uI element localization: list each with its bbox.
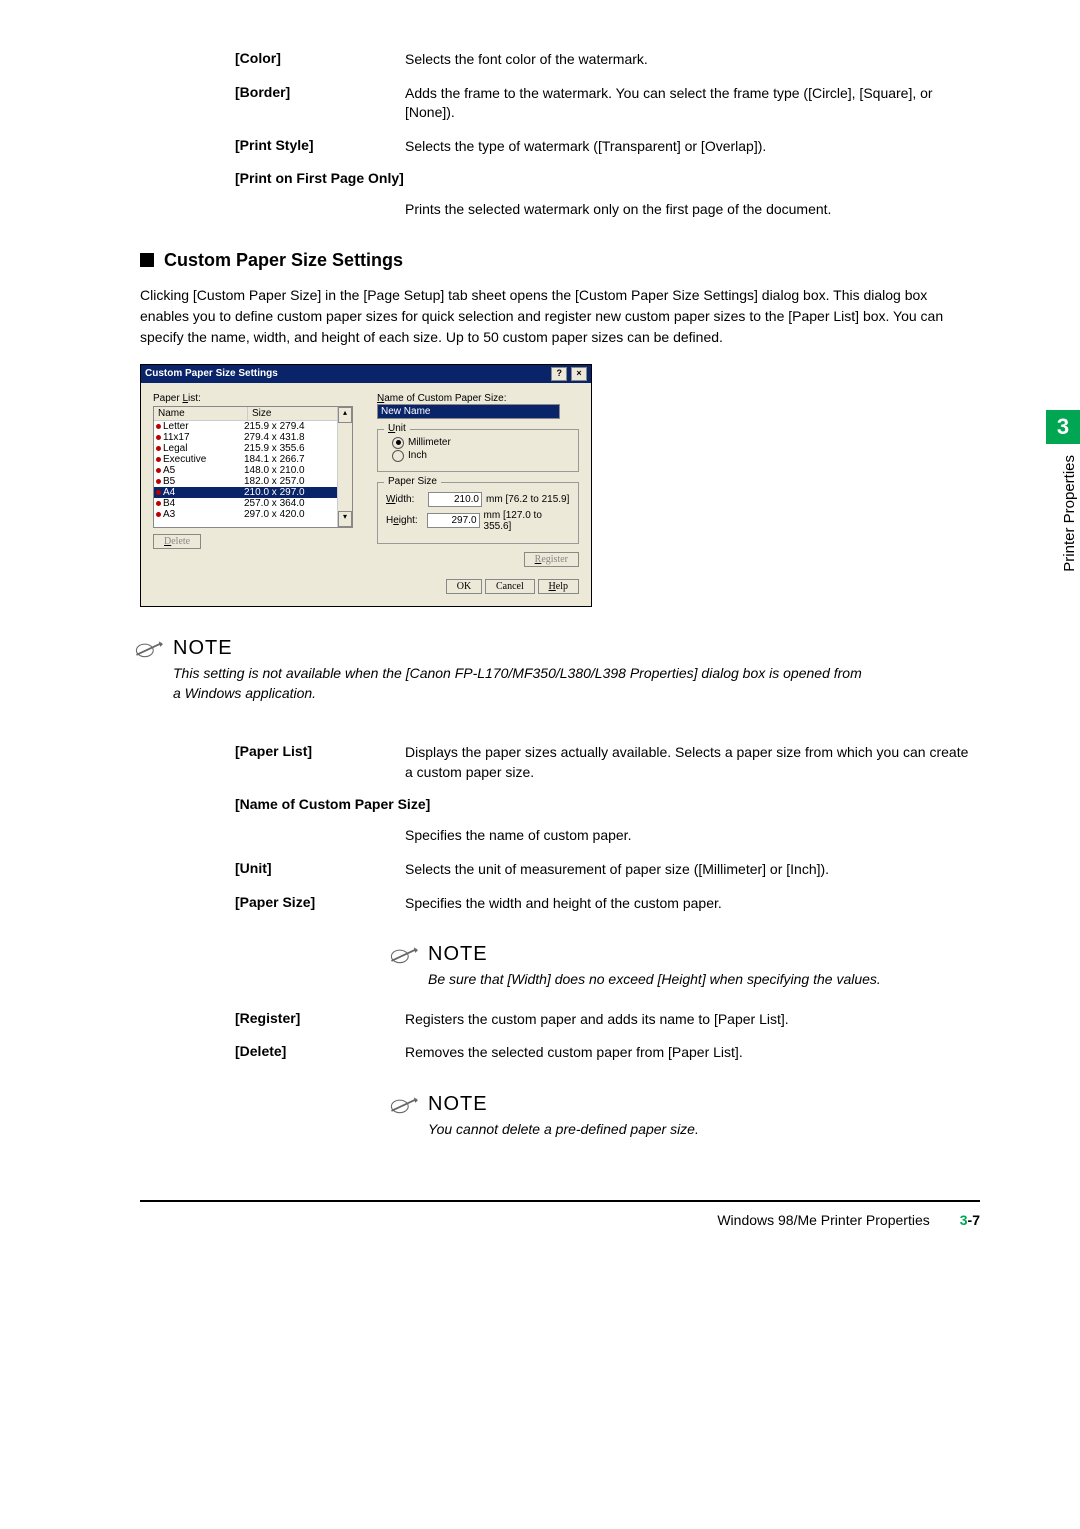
note-block: NOTE You cannot delete a pre-defined pap… [390,1093,980,1140]
note-text: This setting is not available when the [… [173,664,873,703]
list-item[interactable]: A4210.0 x 297.0 [154,487,352,498]
custom-paper-dialog: Custom Paper Size Settings ? × Paper Lis… [140,364,592,607]
unit-label: [Unit] [235,860,405,880]
close-icon[interactable]: × [571,367,587,381]
note-title: NOTE [173,637,873,660]
papersize-legend: Paper Size [384,476,441,487]
papersize-options-table: [Paper List] Displays the paper sizes ac… [235,743,980,913]
printstyle-label: [Print Style] [235,137,405,157]
color-desc: Selects the font color of the watermark. [405,50,980,70]
section-header: Custom Paper Size Settings [140,250,980,271]
paper-list-label: Paper List: [153,393,353,404]
chapter-label: Printer Properties [1061,455,1078,572]
unit-inch-radio[interactable]: Inch [392,450,570,462]
ok-button[interactable]: OK [446,579,482,594]
unit-fieldset: Unit Millimeter Inch [377,429,579,472]
register-button[interactable]: Register [524,552,579,567]
list-item[interactable]: B5182.0 x 257.0 [154,476,352,487]
papersize-fieldset: Paper Size Width: 210.0 mm [76.2 to 215.… [377,482,579,544]
register-delete-table: [Register] Registers the custom paper an… [235,1010,980,1063]
note-text: You cannot delete a pre-defined paper si… [428,1120,980,1140]
delete-label: [Delete] [235,1043,405,1063]
page-footer: Windows 98/Me Printer Properties 3-7 [140,1200,980,1228]
note-icon [135,637,163,661]
width-input[interactable]: 210.0 [428,492,482,507]
namecustom-label: [Name of Custom Paper Size] [235,796,535,812]
namecustom-desc: Specifies the name of custom paper. [405,826,980,846]
height-hint: mm [127.0 to 355.6] [484,510,570,532]
name-label: Name of Custom Paper Size: [377,393,579,404]
printstyle-desc: Selects the type of watermark ([Transpar… [405,137,980,157]
list-item[interactable]: A3297.0 x 420.0 [154,509,352,520]
watermark-options-table: [Color] Selects the font color of the wa… [235,50,980,220]
height-input[interactable]: 297.0 [427,513,480,528]
col-name: Name [154,407,248,420]
section-bullet-icon [140,253,154,267]
width-label: Width: [386,494,428,505]
help-icon[interactable]: ? [551,367,567,381]
section-intro: Clicking [Custom Paper Size] in the [Pag… [140,285,980,348]
papersize-label: [Paper Size] [235,894,405,914]
unit-desc: Selects the unit of measurement of paper… [405,860,980,880]
list-item[interactable]: Executive184.1 x 266.7 [154,454,352,465]
dialog-titlebar: Custom Paper Size Settings ? × [141,365,591,383]
section-title: Custom Paper Size Settings [164,250,403,271]
help-button[interactable]: Help [538,579,579,594]
chapter-tab: 3 [1046,410,1080,444]
note-block: NOTE Be sure that [Width] does no exceed… [390,943,980,990]
border-desc: Adds the frame to the watermark. You can… [405,84,980,123]
papersize-desc: Specifies the width and height of the cu… [405,894,980,914]
chapter-number: 3 [1057,414,1069,440]
list-item[interactable]: A5148.0 x 210.0 [154,465,352,476]
note-text: Be sure that [Width] does no exceed [Hei… [428,970,980,990]
note-block: NOTE This setting is not available when … [135,637,980,703]
register-label: [Register] [235,1010,405,1030]
note-title: NOTE [428,1093,980,1116]
note-icon [390,1093,418,1117]
footer-page: 3-7 [960,1212,980,1228]
list-item[interactable]: B4257.0 x 364.0 [154,498,352,509]
dialog-title-text: Custom Paper Size Settings [145,368,278,379]
paperlist-desc: Displays the paper sizes actually availa… [405,743,980,782]
unit-mm-radio[interactable]: Millimeter [392,437,570,449]
height-label: Height: [386,515,427,526]
width-hint: mm [76.2 to 215.9] [486,494,569,505]
name-input[interactable]: New Name [377,404,560,419]
delete-button[interactable]: Delete [153,534,201,549]
delete-desc: Removes the selected custom paper from [… [405,1043,980,1063]
firstpage-label: [Print on First Page Only] [235,170,535,186]
list-item[interactable]: Letter215.9 x 279.4 [154,421,352,432]
border-label: [Border] [235,84,405,123]
register-desc: Registers the custom paper and adds its … [405,1010,980,1030]
list-item[interactable]: 11x17279.4 x 431.8 [154,432,352,443]
list-item[interactable]: Legal215.9 x 355.6 [154,443,352,454]
note-icon [390,943,418,967]
paper-list-box[interactable]: Name Size Letter215.9 x 279.411x17279.4 … [153,406,353,528]
note-title: NOTE [428,943,980,966]
firstpage-desc: Prints the selected watermark only on th… [405,200,980,220]
scroll-up-icon[interactable]: ▴ [338,407,352,423]
cancel-button[interactable]: Cancel [485,579,535,594]
paperlist-label: [Paper List] [235,743,405,782]
color-label: [Color] [235,50,405,70]
scroll-down-icon[interactable]: ▾ [338,511,352,527]
footer-text: Windows 98/Me Printer Properties [717,1212,929,1228]
unit-legend: Unit [384,423,410,434]
